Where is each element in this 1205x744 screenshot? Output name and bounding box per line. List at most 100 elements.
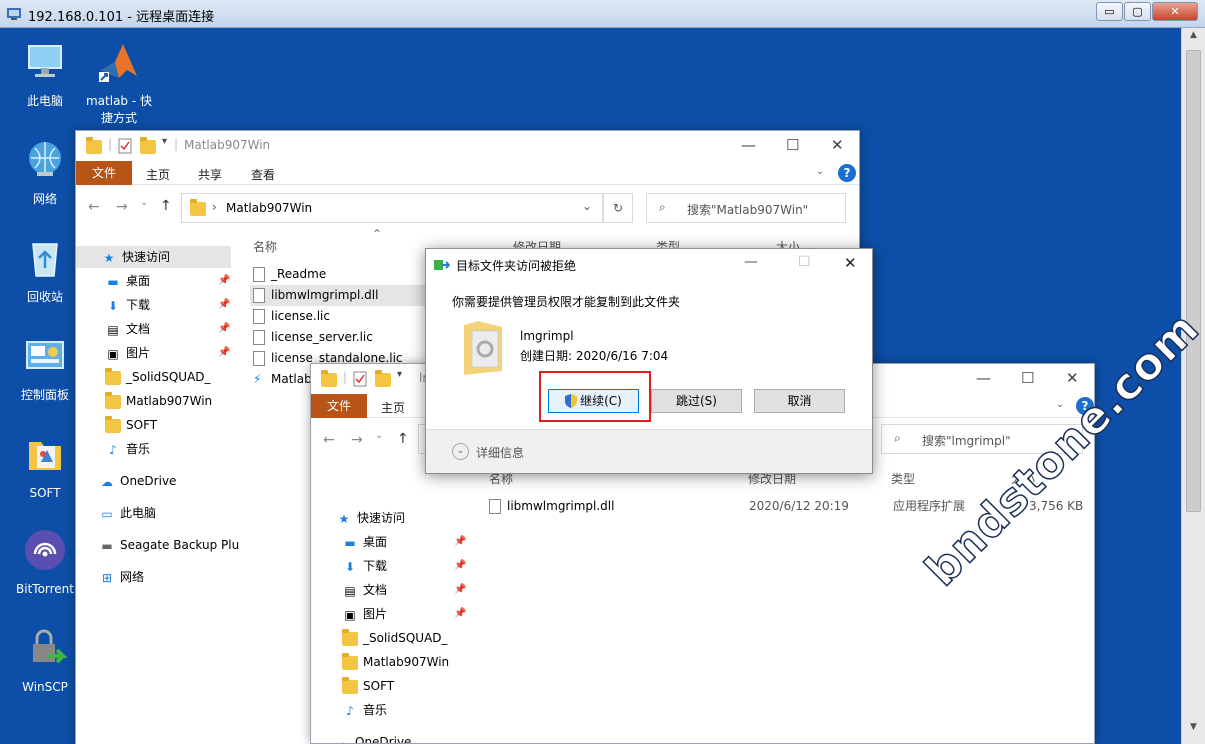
- desktop-icon-recycle-bin[interactable]: 回收站: [10, 236, 80, 306]
- maximize-icon[interactable]: ☐: [786, 136, 799, 154]
- pin-icon[interactable]: 📌: [218, 347, 230, 358]
- details-toggle[interactable]: 详细信息: [476, 444, 524, 461]
- remote-close-button[interactable]: ✕: [1152, 2, 1198, 21]
- recent-dropdown-icon[interactable]: ⌄: [140, 197, 148, 208]
- cancel-button[interactable]: 取消: [754, 389, 845, 413]
- highlight-box: [539, 371, 651, 422]
- sidebar-item-onedrive[interactable]: ☁ OneDrive: [98, 470, 176, 492]
- list-item[interactable]: license.lic: [253, 306, 330, 327]
- sidebar-item-documents[interactable]: ▤ 文档: [341, 579, 387, 601]
- desktop-icon-matlab[interactable]: matlab - 快捷方式: [84, 40, 154, 127]
- close-icon[interactable]: ✕: [844, 254, 857, 272]
- list-item[interactable]: ⚡ Matlab: [253, 369, 312, 390]
- minimize-icon[interactable]: —: [976, 369, 991, 387]
- tab-share[interactable]: 共享: [198, 166, 222, 183]
- dialog-title: 目标文件夹访问被拒绝: [456, 259, 577, 273]
- tab-home[interactable]: 主页: [146, 166, 170, 183]
- sidebar-item-soft[interactable]: SOFT: [341, 675, 394, 697]
- window-title: Matlab907Win: [184, 138, 271, 152]
- desktop-icon-winscp[interactable]: WinSCP: [10, 626, 80, 696]
- sidebar-item-desktop[interactable]: ▬ 桌面: [104, 270, 150, 292]
- breadcrumb-path[interactable]: Matlab907Win: [226, 201, 312, 215]
- properties-icon[interactable]: [353, 371, 367, 387]
- tab-view[interactable]: 查看: [251, 166, 275, 183]
- close-icon[interactable]: ✕: [831, 136, 844, 154]
- pin-icon[interactable]: 📌: [218, 323, 230, 334]
- up-arrow-icon[interactable]: ↑: [397, 431, 409, 447]
- sidebar-item-pictures[interactable]: ▣ 图片: [104, 342, 150, 364]
- sidebar-item-solidsquad[interactable]: _SolidSQUAD_: [104, 366, 211, 388]
- desktop-icon-bittorrent[interactable]: BitTorrent: [10, 528, 80, 598]
- column-header-type[interactable]: 类型: [891, 470, 915, 487]
- maximize-icon[interactable]: ☐: [1021, 369, 1034, 387]
- pin-icon[interactable]: 📌: [454, 584, 466, 595]
- sidebar-item-music[interactable]: ♪ 音乐: [104, 438, 150, 460]
- expand-details-icon[interactable]: ⌄: [452, 443, 469, 460]
- sidebar-item-documents[interactable]: ▤ 文档: [104, 318, 150, 340]
- tab-file[interactable]: 文件: [311, 394, 367, 418]
- sidebar-item-quick-access[interactable]: ★ 快速访问: [335, 507, 405, 529]
- column-header-name[interactable]: 名称: [253, 238, 277, 255]
- sidebar-item-downloads[interactable]: ⬇ 下载: [104, 294, 150, 316]
- pin-icon[interactable]: 📌: [454, 608, 466, 619]
- help-icon[interactable]: ?: [838, 164, 856, 182]
- forward-arrow-icon[interactable]: →: [116, 199, 128, 215]
- skip-button[interactable]: 跳过(S): [651, 389, 742, 413]
- desktop-icon: ▬: [344, 535, 356, 550]
- new-folder-icon[interactable]: [140, 137, 156, 154]
- close-icon[interactable]: ✕: [1066, 369, 1079, 387]
- ribbon-expand-icon[interactable]: ⌄: [1056, 399, 1064, 410]
- scroll-down-arrow-icon[interactable]: ▼: [1185, 722, 1202, 739]
- desktop-icon-network[interactable]: 网络: [10, 138, 80, 208]
- sidebar-item-soft[interactable]: SOFT: [104, 414, 157, 436]
- remote-minimize-button[interactable]: ▭: [1096, 2, 1123, 21]
- back-arrow-icon[interactable]: ←: [88, 199, 100, 215]
- navigation-pane: ★ 快速访问 ▬ 桌面 📌 ⬇ 下载 📌 ▤ 文档 📌 ▣ 图片 📌 _SolidSQUA…: [311, 504, 471, 743]
- properties-icon[interactable]: [118, 138, 132, 154]
- desktop-icon-control-panel[interactable]: 控制面板: [10, 334, 80, 404]
- list-item[interactable]: _Readme: [253, 264, 326, 285]
- sidebar-item-onedrive[interactable]: ☁ OneDrive: [333, 731, 411, 743]
- sidebar-item-desktop[interactable]: ▬ 桌面: [341, 531, 387, 553]
- sidebar-item-solidsquad[interactable]: _SolidSQUAD_: [341, 627, 448, 649]
- sidebar-item-downloads[interactable]: ⬇ 下载: [341, 555, 387, 577]
- computer-icon: [28, 45, 62, 77]
- recent-dropdown-icon[interactable]: ⌄: [375, 430, 383, 441]
- tab-home[interactable]: 主页: [381, 399, 405, 416]
- sidebar-item-music[interactable]: ♪ 音乐: [341, 699, 387, 721]
- pin-icon[interactable]: 📌: [218, 299, 230, 310]
- qat-dropdown-icon[interactable]: ▾: [397, 369, 402, 380]
- scrollbar-thumb[interactable]: [1186, 50, 1201, 512]
- minimize-icon[interactable]: —: [741, 136, 756, 154]
- back-arrow-icon[interactable]: ←: [323, 432, 335, 448]
- folder-created-date: 创建日期: 2020/6/16 7:04: [520, 349, 669, 363]
- tab-file[interactable]: 文件: [76, 161, 132, 185]
- forward-arrow-icon[interactable]: →: [351, 432, 363, 448]
- sidebar-item-matlab907win[interactable]: Matlab907Win: [104, 390, 212, 412]
- remote-restore-button[interactable]: ▢: [1124, 2, 1151, 21]
- up-arrow-icon[interactable]: ↑: [160, 198, 172, 214]
- pin-icon[interactable]: 📌: [454, 536, 466, 547]
- sidebar-item-seagate[interactable]: ▬ Seagate Backup Plu: [98, 534, 239, 556]
- pin-icon[interactable]: 📌: [454, 560, 466, 571]
- sidebar-item-network[interactable]: ⊞ 网络: [98, 566, 144, 588]
- ribbon-expand-icon[interactable]: ⌄: [816, 166, 824, 177]
- list-item[interactable]: license_server.lic: [253, 327, 373, 348]
- minimize-icon[interactable]: —: [744, 254, 758, 270]
- sidebar-item-quick-access[interactable]: ★ 快速访问: [76, 246, 231, 268]
- scroll-up-arrow-icon[interactable]: ▲: [1185, 30, 1202, 47]
- search-input[interactable]: ⌕ 搜索"Matlab907Win": [646, 193, 846, 223]
- address-dropdown-icon[interactable]: ⌄: [582, 199, 592, 213]
- qat-dropdown-icon[interactable]: ▾: [162, 136, 167, 147]
- sidebar-item-pictures[interactable]: ▣ 图片: [341, 603, 387, 625]
- pin-icon[interactable]: 📌: [218, 275, 230, 286]
- refresh-button[interactable]: ↻: [603, 193, 633, 223]
- address-bar[interactable]: › Matlab907Win ⌄: [181, 193, 603, 223]
- new-folder-icon[interactable]: [375, 370, 391, 387]
- list-item-selected[interactable]: libmwlmgrimpl.dll: [250, 285, 430, 306]
- desktop-icon-this-pc[interactable]: 此电脑: [10, 40, 80, 110]
- desktop-icon-soft[interactable]: SOFT: [10, 432, 80, 502]
- remote-scrollbar[interactable]: ▲ ▼: [1181, 28, 1205, 744]
- sidebar-item-this-pc[interactable]: ▭ 此电脑: [98, 502, 156, 524]
- sidebar-item-matlab907win[interactable]: Matlab907Win: [341, 651, 449, 673]
